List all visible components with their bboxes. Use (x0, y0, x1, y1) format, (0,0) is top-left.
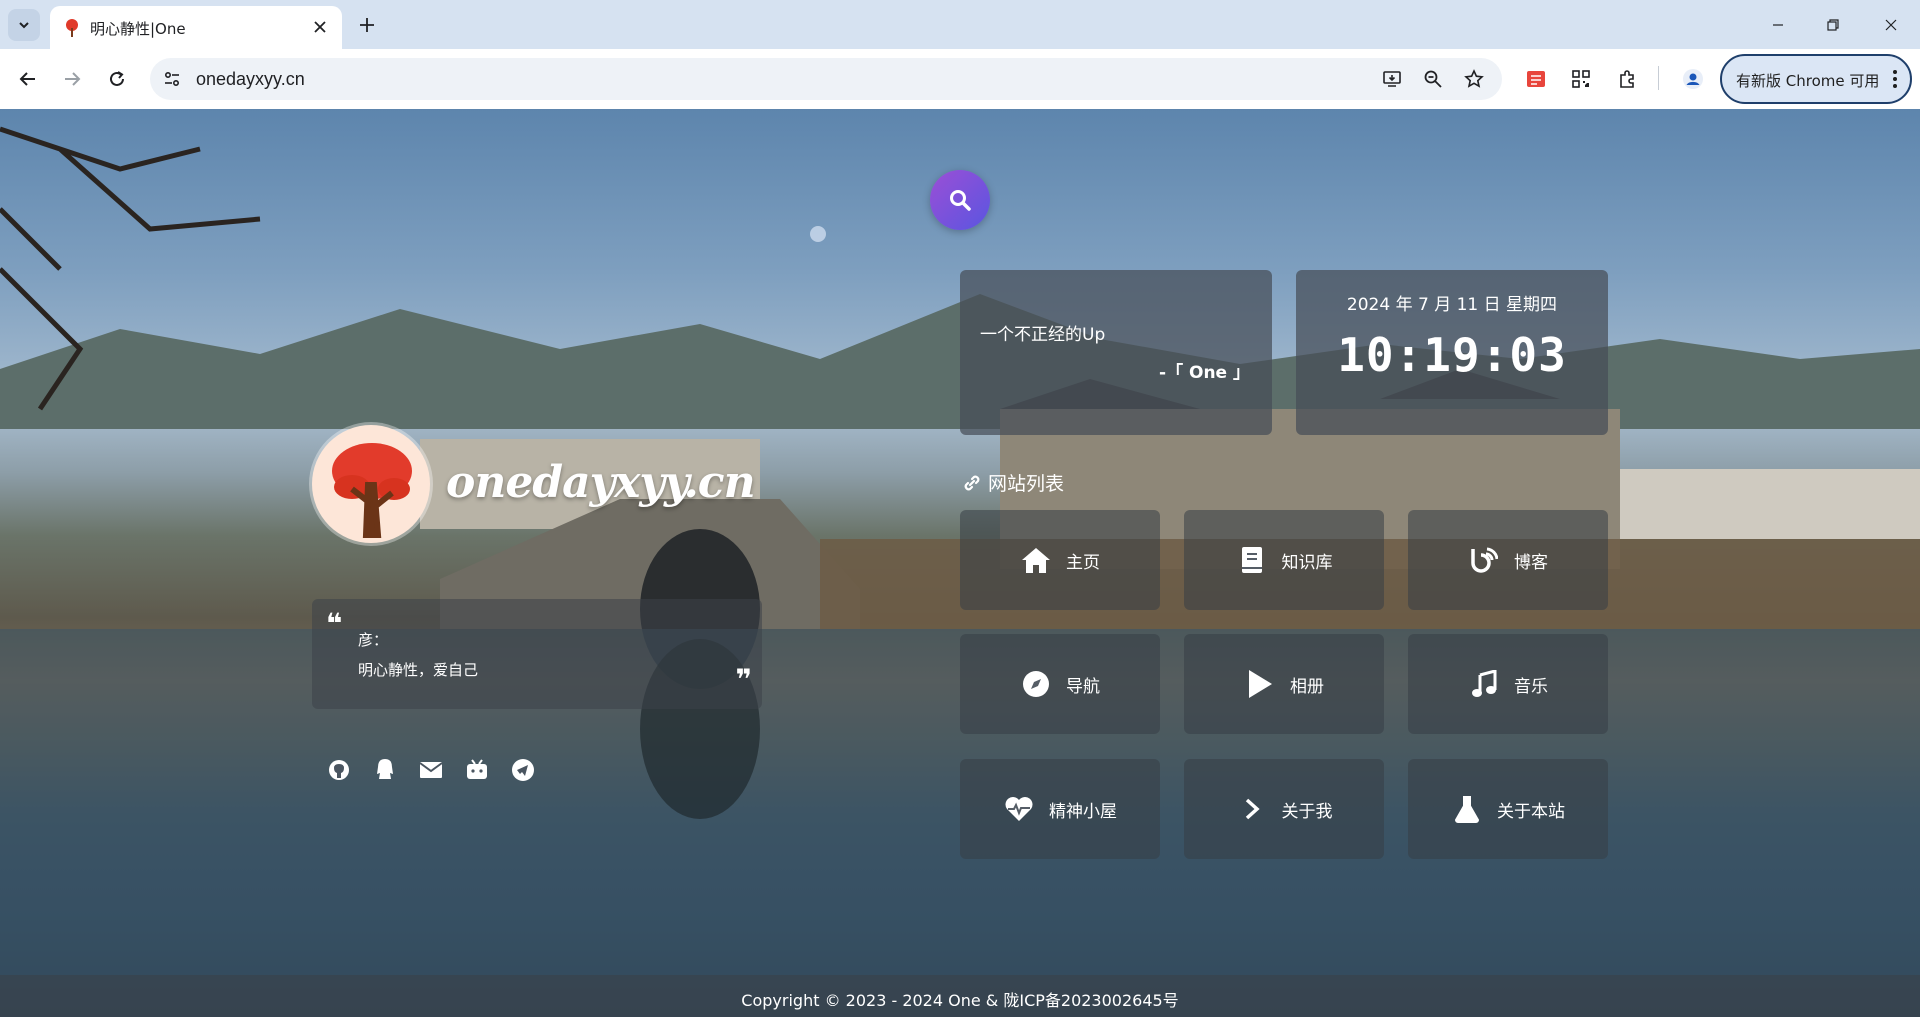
quote-card: 一个不正经的Up -「 One 」 (960, 270, 1272, 435)
nav-tile-label: 关于本站 (1497, 801, 1565, 822)
close-quote-mark: ❞ (735, 663, 752, 696)
nav-tile-label: 博客 (1514, 552, 1548, 573)
profile-avatar-icon[interactable] (1677, 63, 1709, 95)
plus-icon (360, 18, 374, 32)
browser-toolbar: onedayxyy.cn (0, 49, 1920, 109)
home-icon (1020, 544, 1052, 576)
compass-icon (1020, 668, 1052, 700)
nav-tile-about-me[interactable]: 关于我 (1184, 759, 1384, 859)
minimize-icon (1773, 23, 1783, 26)
new-tab-button[interactable] (351, 9, 383, 41)
minimize-button[interactable] (1755, 0, 1801, 49)
site-brand: onedayxyy.cn (446, 457, 756, 508)
section-title: 网站列表 (962, 469, 1064, 496)
chevron-down-icon (19, 22, 29, 29)
book-icon (1236, 544, 1268, 576)
link-icon (964, 475, 980, 490)
music-icon (1468, 668, 1500, 700)
heartbeat-icon (1003, 793, 1035, 825)
toolbar-separator (1658, 66, 1659, 90)
clock-card: 2024 年 7 月 11 日 星期四 10:19:03 (1296, 270, 1608, 435)
nav-tile-about-site[interactable]: 关于本站 (1408, 759, 1608, 859)
page-footer: Copyright © 2023 - 2024 One & 陇ICP备20230… (0, 975, 1920, 1017)
quote-author: -「 One 」 (1159, 363, 1250, 383)
nav-tile-label: 精神小屋 (1049, 801, 1117, 822)
site-info-icon[interactable] (160, 67, 184, 91)
nav-tile-music[interactable]: 音乐 (1408, 634, 1608, 734)
reader-extension-icon[interactable] (1520, 63, 1552, 95)
restore-icon (1827, 18, 1839, 31)
mail-icon[interactable] (416, 755, 446, 785)
tab-title: 明心静性|One (90, 20, 186, 38)
play-icon (1244, 668, 1276, 700)
site-favicon-icon (62, 18, 82, 38)
motto-card: ❝ 彦： 明心静性，爱自己 ❞ (312, 599, 762, 709)
close-icon (1885, 19, 1897, 30)
reload-icon (110, 71, 124, 86)
back-button[interactable] (12, 63, 44, 95)
avatar (312, 425, 430, 543)
search-button[interactable] (930, 170, 990, 230)
bilibili-icon[interactable] (462, 755, 492, 785)
copyright-text: Copyright © 2023 - 2024 One & 陇ICP备20230… (741, 991, 1179, 1010)
quote-text: 一个不正经的Up (980, 325, 1106, 345)
update-label: 有新版 Chrome 可用 (1736, 72, 1880, 90)
github-icon[interactable] (324, 755, 354, 785)
close-window-button[interactable] (1868, 0, 1914, 49)
nav-tile-home[interactable]: 主页 (960, 510, 1160, 610)
nav-tile-label: 关于我 (1281, 801, 1333, 822)
install-app-icon[interactable] (1380, 67, 1404, 91)
open-quote-mark: ❝ (326, 607, 343, 640)
nav-tile-spirit[interactable]: 精神小屋 (960, 759, 1160, 859)
time-text: 10:19:03 (1337, 328, 1567, 382)
nav-tile-label: 音乐 (1514, 676, 1548, 697)
chevron-right-icon (1236, 793, 1268, 825)
section-title-text: 网站列表 (988, 473, 1065, 495)
zoom-icon[interactable] (1421, 67, 1445, 91)
telegram-icon[interactable] (508, 755, 538, 785)
active-tab[interactable]: 明心静性|One (50, 6, 342, 49)
qr-code-extension-icon[interactable] (1565, 63, 1597, 95)
motto-label: 彦： (358, 631, 389, 649)
more-vert-icon (1892, 68, 1898, 95)
forward-button[interactable] (56, 63, 88, 95)
tab-strip: 明心静性|One (0, 0, 1920, 49)
nav-tile-knowledge[interactable]: 知识库 (1184, 510, 1384, 610)
blog-icon (1468, 544, 1500, 576)
nav-tile-label: 导航 (1066, 676, 1100, 697)
bookmark-star-icon[interactable] (1462, 67, 1486, 91)
search-icon (950, 190, 971, 211)
address-bar[interactable]: onedayxyy.cn (150, 58, 1502, 100)
nav-tile-album[interactable]: 相册 (1184, 634, 1384, 734)
nav-tile-label: 知识库 (1281, 552, 1333, 573)
tab-close-icon[interactable] (310, 17, 330, 37)
decorative-dot (810, 226, 826, 242)
chrome-update-button[interactable]: 有新版 Chrome 可用 (1720, 54, 1912, 104)
tab-search-button[interactable] (8, 9, 40, 41)
extensions-puzzle-icon[interactable] (1611, 63, 1643, 95)
arrow-left-icon (19, 72, 35, 86)
restore-button[interactable] (1810, 0, 1856, 49)
nav-tile-label: 主页 (1066, 552, 1100, 573)
flask-icon (1451, 793, 1483, 825)
motto-text: 明心静性，爱自己 (358, 661, 479, 679)
page-viewport: 一个不正经的Up -「 One 」 2024 年 7 月 11 日 星期四 10… (0, 109, 1920, 1017)
qq-icon[interactable] (370, 755, 400, 785)
reload-button[interactable] (101, 63, 133, 95)
nav-tile-blog[interactable]: 博客 (1408, 510, 1608, 610)
nav-tile-navigation[interactable]: 导航 (960, 634, 1160, 734)
date-text: 2024 年 7 月 11 日 星期四 (1346, 295, 1558, 315)
nav-tile-label: 相册 (1290, 676, 1324, 697)
url-text: onedayxyy.cn (196, 69, 305, 89)
arrow-right-icon (65, 72, 81, 86)
